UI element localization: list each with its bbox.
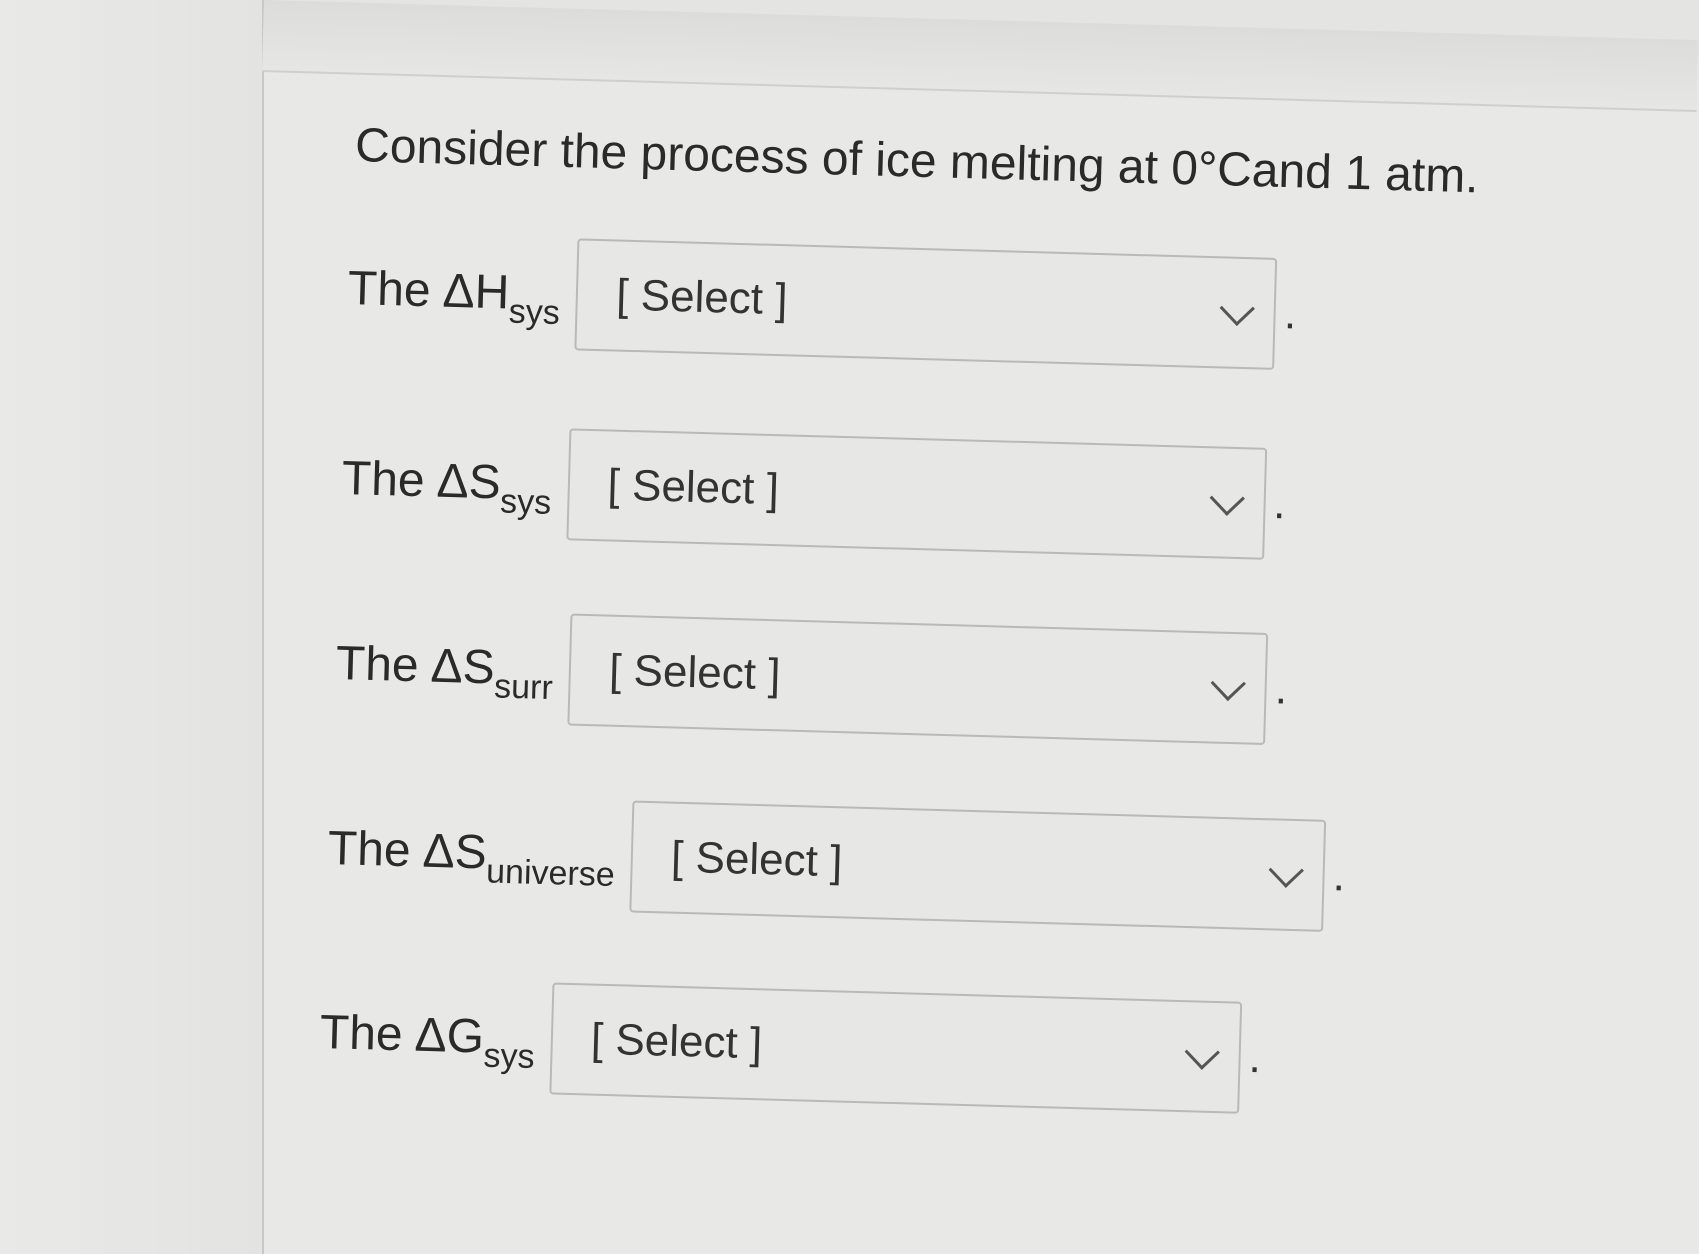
question-suffix: and 1 atm. bbox=[1251, 144, 1480, 204]
chevron-down-icon bbox=[1209, 480, 1245, 516]
delta-s-surr-select-value: [ Select ] bbox=[608, 645, 782, 700]
delta-h-sys-select[interactable]: [ Select ] bbox=[574, 238, 1278, 370]
delta-s-surr-period: . bbox=[1274, 664, 1288, 714]
delta-g-sys-select-value: [ Select ] bbox=[590, 1014, 763, 1069]
delta-s-universe-period: . bbox=[1332, 851, 1346, 901]
delta-s-surr-label: The ΔS surr bbox=[335, 636, 554, 707]
left-gutter bbox=[0, 0, 264, 1254]
delta-g-sys-period: . bbox=[1248, 1032, 1262, 1083]
delta-s-sys-period: . bbox=[1272, 479, 1287, 529]
chevron-down-icon bbox=[1268, 852, 1305, 888]
delta-s-sys-label: The ΔS sys bbox=[341, 451, 552, 522]
delta-g-sys-select[interactable]: [ Select ] bbox=[549, 982, 1243, 1114]
delta-h-sys-period: . bbox=[1283, 289, 1298, 339]
delta-s-sys-select-value: [ Select ] bbox=[607, 460, 780, 515]
question-degree: °C bbox=[1197, 142, 1253, 198]
chevron-down-icon bbox=[1184, 1033, 1221, 1070]
delta-s-universe-label: The ΔS universe bbox=[327, 821, 616, 894]
delta-s-universe-select[interactable]: [ Select ] bbox=[629, 800, 1327, 932]
delta-h-sys-select-value: [ Select ] bbox=[615, 270, 789, 325]
delta-s-sys-select[interactable]: [ Select ] bbox=[566, 428, 1268, 560]
delta-s-surr-select[interactable]: [ Select ] bbox=[567, 613, 1269, 745]
delta-s-universe-select-value: [ Select ] bbox=[670, 832, 843, 887]
delta-h-sys-label: The ΔH sys bbox=[347, 261, 561, 332]
chevron-down-icon bbox=[1220, 290, 1256, 326]
delta-g-sys-label: The ΔG sys bbox=[319, 1005, 536, 1076]
chevron-down-icon bbox=[1210, 665, 1247, 701]
